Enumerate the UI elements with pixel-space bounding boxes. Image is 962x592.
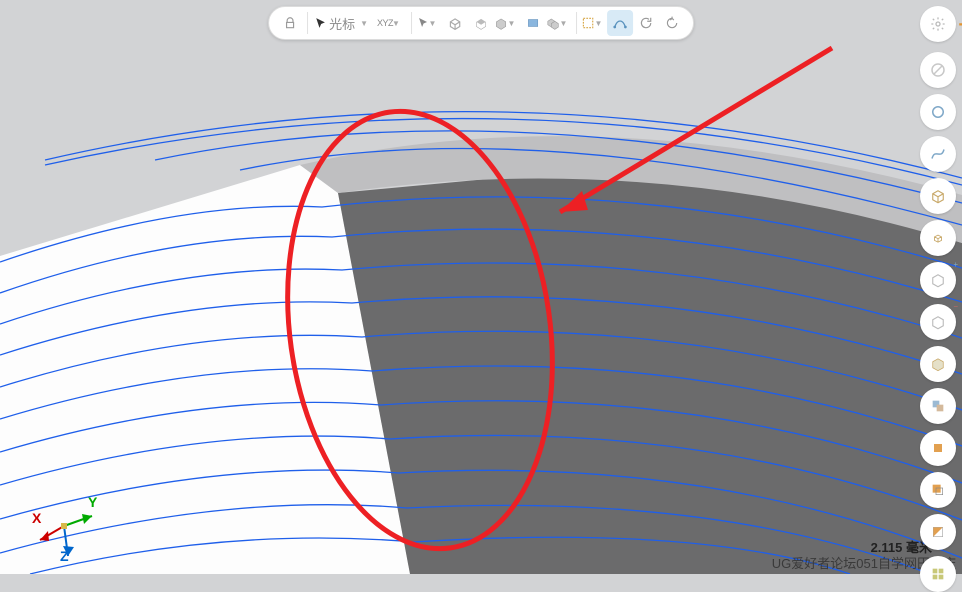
axis-z-label: Z <box>60 548 69 564</box>
half-square-button[interactable] <box>920 514 956 550</box>
wireframe-cube-button[interactable] <box>920 178 956 214</box>
forbid-button[interactable] <box>920 52 956 88</box>
shaded-cube-button[interactable] <box>920 346 956 382</box>
cursor-mode-button[interactable]: 光标 ▼ <box>312 10 374 36</box>
filter-group-button[interactable]: ▼ <box>546 10 572 36</box>
settings-gear-button[interactable]: + <box>920 6 956 42</box>
lock-icon[interactable] <box>277 10 303 36</box>
chevron-down-icon: ▼ <box>428 19 440 28</box>
four-panes-button[interactable] <box>920 556 956 592</box>
axis-y-label: Y <box>88 494 97 510</box>
chevron-down-icon: ▼ <box>559 19 571 28</box>
axis-x-label: X <box>32 510 41 526</box>
select-arrow-button[interactable]: ▼ <box>416 10 442 36</box>
two-squares-button[interactable] <box>920 388 956 424</box>
curve-tool-button[interactable] <box>920 136 956 172</box>
plus-icon: + <box>953 260 958 269</box>
axes-label: XYZ <box>377 18 393 28</box>
add-cube-button[interactable]: + <box>920 262 956 298</box>
cursor-label: 光标 <box>327 14 361 33</box>
chevron-down-icon: ▼ <box>392 19 404 28</box>
marquee-select-button[interactable]: ▼ <box>581 10 607 36</box>
orange-square-overlay-button[interactable] <box>920 472 956 508</box>
minus-icon: − <box>953 302 958 311</box>
filter-body-button[interactable]: ▼ <box>494 10 520 36</box>
add-icon[interactable]: + <box>958 14 962 37</box>
remove-cube-button[interactable]: − <box>920 304 956 340</box>
refresh-button[interactable] <box>633 10 659 36</box>
chevron-down-icon: ▼ <box>507 19 519 28</box>
connected-curves-button[interactable] <box>607 10 633 36</box>
display-refresh-button[interactable] <box>659 10 685 36</box>
small-cube-button[interactable] <box>920 220 956 256</box>
orange-square-button[interactable] <box>920 430 956 466</box>
model-viewport[interactable] <box>0 0 962 574</box>
chevron-down-icon: ▼ <box>594 19 606 28</box>
chevron-down-icon: ▼ <box>360 19 372 28</box>
filter-surface-button[interactable] <box>468 10 494 36</box>
filter-solid-button[interactable] <box>442 10 468 36</box>
filter-face-button[interactable] <box>520 10 546 36</box>
top-toolbar: 光标 ▼ XYZ ▼ ▼ ▼ ▼ ▼ <box>268 6 694 40</box>
axes-button[interactable]: XYZ ▼ <box>374 10 407 36</box>
right-quick-buttons: + + − <box>920 6 956 592</box>
circle-tool-button[interactable] <box>920 94 956 130</box>
